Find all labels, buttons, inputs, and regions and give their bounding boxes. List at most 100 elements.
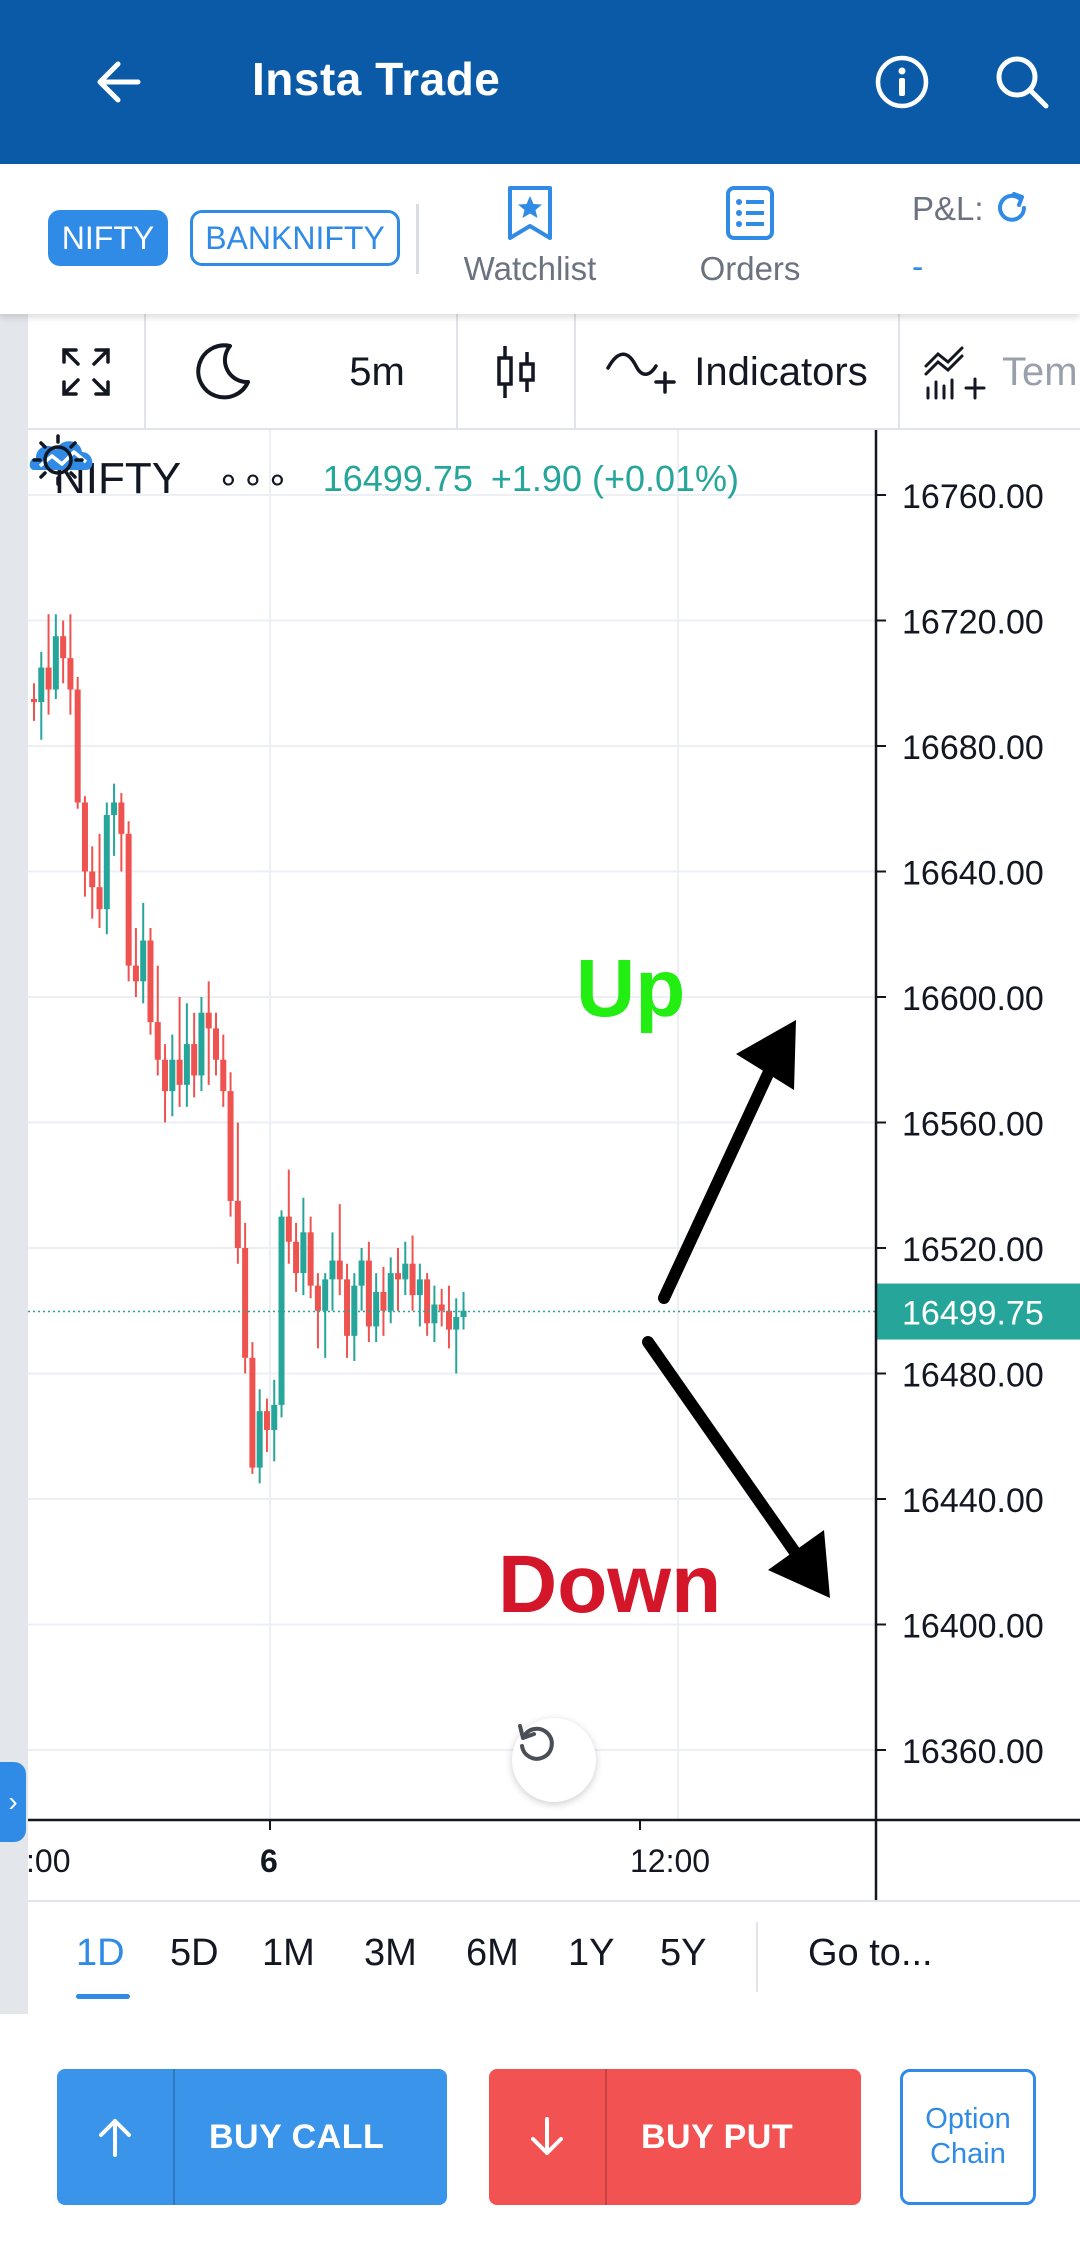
candle-body xyxy=(205,1012,212,1029)
option-chain-label-2: Chain xyxy=(930,2138,1006,2170)
info-icon[interactable] xyxy=(870,50,934,114)
time-axis-label: 6 xyxy=(260,1843,278,1879)
price-axis-label: 16760.00 xyxy=(902,478,1044,516)
candle-body xyxy=(256,1411,263,1468)
candle-body xyxy=(424,1279,431,1324)
down-arrowhead xyxy=(768,1530,830,1598)
last-price-label: 16499.75 xyxy=(902,1295,1044,1333)
price-chart[interactable]: 16760.00 16720.00 16680.00 16640.00 16600.00… xyxy=(28,430,1080,1900)
chart-toolbar: 5m Indicators Temp xyxy=(28,314,1080,430)
chart-legend: NIFTY ∘∘∘ 16499.75 +1.90 (+0.01%) xyxy=(54,454,739,504)
fullscreen-button[interactable] xyxy=(28,314,146,430)
candlestick-chart[interactable]: 16760.00 16720.00 16680.00 16640.00 16600.00… xyxy=(28,430,1080,1900)
app-header: Insta Trade xyxy=(0,0,1080,164)
option-chain-button[interactable]: Option Chain xyxy=(900,2069,1036,2205)
annotation-down: Down xyxy=(498,1539,722,1630)
buy-call-button[interactable]: BUY CALL xyxy=(57,2069,447,2205)
range-1y[interactable]: 1Y xyxy=(568,1932,614,1975)
price-axis-label: 16400.00 xyxy=(902,1608,1044,1646)
candle-body xyxy=(45,667,52,690)
candle-body xyxy=(118,802,125,834)
candle-body xyxy=(52,636,59,690)
watchlist-star-icon xyxy=(508,186,552,240)
range-3m[interactable]: 3M xyxy=(364,1932,417,1975)
candle-body xyxy=(198,1012,205,1076)
arrow-up-icon xyxy=(57,2069,175,2205)
divider xyxy=(416,204,419,274)
buy-put-button[interactable]: BUY PUT xyxy=(489,2069,861,2205)
candle-body xyxy=(380,1291,387,1311)
candle-body xyxy=(96,887,103,910)
price-axis-label: 16360.00 xyxy=(902,1733,1044,1771)
range-1m[interactable]: 1M xyxy=(262,1932,315,1975)
legend-price: 16499.75 xyxy=(322,458,473,499)
moon-icon xyxy=(196,343,250,400)
candle-body xyxy=(103,815,110,910)
back-arrow-icon[interactable] xyxy=(88,50,152,114)
indicators-label: Indicators xyxy=(694,349,868,394)
instrument-bar: NIFTY BANKNIFTY Watchlist Orders P&L: - xyxy=(0,164,1080,314)
candle-body xyxy=(409,1263,416,1296)
candle-body xyxy=(213,1028,219,1060)
chart-settings-gear-icon[interactable] xyxy=(28,430,88,490)
candle-body xyxy=(293,1241,300,1274)
candle-body xyxy=(453,1317,460,1330)
candle-body xyxy=(154,1022,161,1060)
interval-selector[interactable]: 5m xyxy=(298,314,458,430)
candle-body xyxy=(336,1260,343,1280)
price-axis-label: 16600.00 xyxy=(902,980,1044,1018)
price-axis-label: 16520.00 xyxy=(902,1231,1044,1269)
candle-body xyxy=(147,940,154,1023)
chart-type-button[interactable] xyxy=(458,314,576,430)
goto-date-button[interactable]: Go to... xyxy=(808,1932,933,1975)
active-range-underline xyxy=(76,1994,130,1999)
candle-body xyxy=(373,1291,380,1327)
orders-list-icon xyxy=(726,186,774,240)
candle-body xyxy=(271,1404,278,1430)
candlestick-icon xyxy=(497,346,535,398)
watchlist-button[interactable]: Watchlist xyxy=(450,184,610,288)
candle-body xyxy=(89,871,96,888)
orders-button[interactable]: Orders xyxy=(670,184,830,288)
candle-body xyxy=(183,1044,190,1085)
candle-body xyxy=(176,1059,183,1085)
candle-body xyxy=(220,1059,227,1092)
candle-body xyxy=(344,1279,351,1336)
indicators-icon xyxy=(606,352,677,394)
candle-body xyxy=(191,1044,198,1076)
range-6m[interactable]: 6M xyxy=(466,1932,519,1975)
refresh-icon[interactable] xyxy=(992,188,1032,228)
templates-button[interactable]: Temp xyxy=(900,314,1080,430)
candle-body xyxy=(395,1273,401,1280)
candle-body xyxy=(132,965,139,982)
chip-nifty[interactable]: NIFTY xyxy=(48,210,168,266)
watchlist-label: Watchlist xyxy=(463,250,597,287)
indicators-button[interactable]: Indicators xyxy=(576,314,900,430)
range-5d[interactable]: 5D xyxy=(170,1932,219,1975)
expand-panel-tab[interactable]: › xyxy=(0,1762,26,1842)
range-5y[interactable]: 5Y xyxy=(660,1932,706,1975)
candle-body xyxy=(249,1357,256,1468)
app-root: Insta Trade NIFTY BANKNIFTY Watchlist Or… xyxy=(0,0,1080,2247)
search-icon[interactable] xyxy=(990,50,1054,114)
more-options-icon[interactable]: ∘∘∘ xyxy=(217,458,291,500)
price-axis-label: 16680.00 xyxy=(902,729,1044,767)
chip-banknifty[interactable]: BANKNIFTY xyxy=(190,210,400,266)
candle-body xyxy=(38,667,45,703)
price-axis-label: 16720.00 xyxy=(902,604,1044,642)
candle-body xyxy=(285,1216,292,1242)
arrow-down-icon xyxy=(489,2069,607,2205)
templates-icon xyxy=(924,346,986,400)
range-selector-bar: 1D 5D 1M 3M 6M 1Y 5Y Go to... xyxy=(28,1900,1080,2016)
legend-change: +1.90 (+0.01%) xyxy=(490,458,740,499)
candle-body xyxy=(278,1216,285,1405)
candle-body xyxy=(234,1200,241,1248)
left-side-strip xyxy=(0,314,28,2014)
reset-chart-button[interactable] xyxy=(512,1718,596,1802)
candle-body xyxy=(140,940,147,982)
trade-actions: BUY CALL BUY PUT Option Chain xyxy=(0,2016,1080,2247)
candle-body xyxy=(438,1304,445,1311)
theme-toggle-button[interactable] xyxy=(146,314,298,430)
price-axis-label: 16480.00 xyxy=(902,1357,1044,1395)
range-1d[interactable]: 1D xyxy=(76,1932,125,1975)
